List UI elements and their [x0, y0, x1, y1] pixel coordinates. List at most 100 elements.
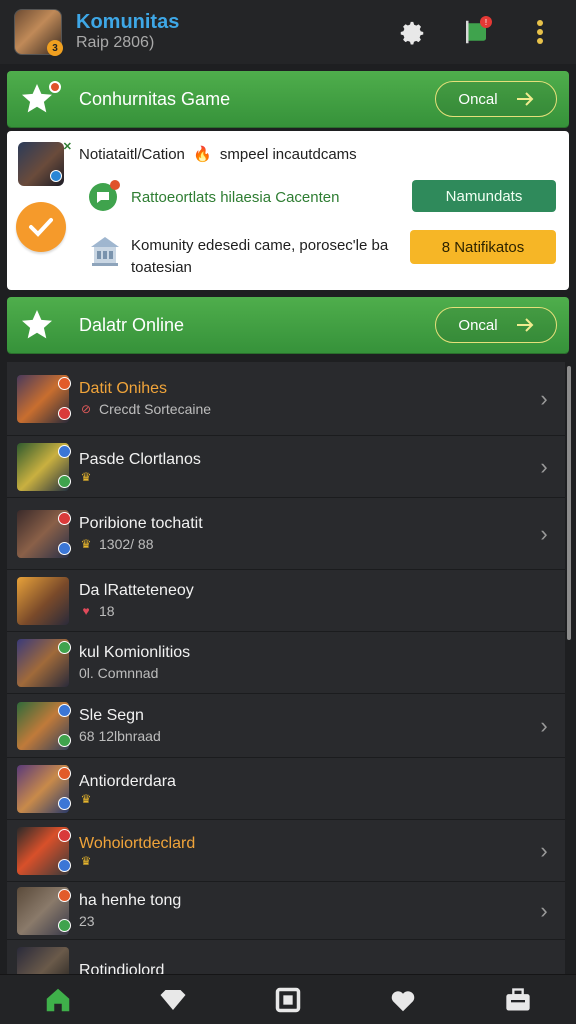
- star-icon: [19, 307, 55, 343]
- notifications-button[interactable]: 8 Natifikatos: [410, 230, 556, 264]
- home-icon[interactable]: [33, 978, 83, 1022]
- list-item-name: kul Komionlitios: [79, 643, 191, 661]
- notification-title-right: smpeel incautdcams: [219, 146, 357, 163]
- namundats-button[interactable]: Namundats: [412, 180, 556, 212]
- list-item-sub: 68 12lbnraad: [79, 727, 161, 744]
- trophy-icon: ♛: [80, 469, 92, 484]
- square-icon[interactable]: [263, 978, 313, 1022]
- notification-row1-text: Rattoeortlats hilaesia Cacenten: [131, 189, 340, 206]
- list-item-name: ha henhe tong: [79, 891, 182, 909]
- community-game-banner[interactable]: Conhurnitas Game Oncal: [7, 71, 569, 127]
- notification-title-left: Notiataitl/Cation: [79, 146, 185, 163]
- chevron-right-icon[interactable]: ›: [533, 713, 555, 739]
- open-button-label: Oncal: [458, 316, 498, 334]
- flag-icon[interactable]: !: [454, 10, 498, 54]
- list-item-name: Rotindiolord: [79, 961, 165, 975]
- online-banner[interactable]: Dalatr Online Oncal: [7, 297, 569, 353]
- banner-title: Conhurnitas Game: [79, 88, 231, 109]
- list-item-name: Poribione tochatit: [79, 514, 203, 532]
- toolbox-icon[interactable]: [493, 978, 543, 1022]
- community-list: Datit Onihes ⊘ Crecdt Sortecaine › Pasde …: [7, 362, 565, 974]
- chat-badge-dot: [110, 180, 120, 190]
- badge-icon: [58, 828, 71, 842]
- badge-icon: [58, 766, 71, 780]
- app-header: 3 Komunitas Raip 2806) !: [0, 0, 576, 64]
- list-item-name: Wohoiortdeclard: [79, 834, 196, 852]
- chat-icon: [89, 180, 120, 211]
- fire-icon: 🔥: [193, 146, 212, 163]
- list-item-sub: 1302/ 88: [99, 535, 154, 552]
- avatar-badge: 3: [47, 40, 63, 56]
- trophy-icon: ♛: [80, 791, 92, 806]
- header-titles: Komunitas Raip 2806): [76, 11, 370, 53]
- list-item-sub: 18: [99, 602, 115, 619]
- game-thumbnail: [17, 374, 71, 423]
- notification-dot: [49, 81, 61, 93]
- more-vert-icon[interactable]: [518, 10, 562, 54]
- settings-gear-icon[interactable]: [390, 10, 434, 54]
- notification-row2-text: Komunity edesedi came, porosec'le ba toa…: [131, 237, 389, 276]
- trophy-icon: ♛: [80, 536, 92, 551]
- app-subtitle: Raip 2806): [76, 34, 155, 51]
- open-button[interactable]: Oncal: [435, 307, 557, 343]
- badge-icon: [58, 474, 71, 488]
- tag-icon: ⊘: [80, 401, 92, 416]
- list-item-sub: 23: [79, 912, 95, 929]
- list-item[interactable]: ha henhe tong 23 ›: [7, 882, 565, 940]
- list-item-name: Pasde Clortlanos: [79, 450, 201, 468]
- banner-title: Dalatr Online: [79, 314, 185, 335]
- open-button[interactable]: Oncal: [435, 81, 557, 117]
- building-icon: [87, 233, 123, 269]
- badge-icon: [58, 511, 71, 525]
- app-title: Komunitas: [76, 11, 180, 33]
- user-avatar[interactable]: 3: [14, 9, 63, 56]
- list-item[interactable]: Wohoiortdeclard ♛ ›: [7, 820, 565, 882]
- list-item-name: Datit Onihes: [79, 379, 168, 397]
- close-icon[interactable]: ✕: [63, 140, 72, 153]
- flag-badge: !: [480, 16, 492, 28]
- list-item[interactable]: Sle Segn 68 12lbnraad ›: [7, 694, 565, 758]
- badge-icon: [58, 444, 71, 458]
- status-dot: [50, 170, 62, 182]
- check-icon[interactable]: [16, 202, 66, 252]
- list-item-name: Sle Segn: [79, 706, 144, 724]
- badge-icon: [58, 858, 71, 872]
- diamond-icon[interactable]: [148, 978, 198, 1022]
- game-thumbnail: [17, 886, 71, 935]
- game-thumbnail: [17, 946, 69, 974]
- list-item-name: Antiorderdara: [79, 772, 176, 790]
- list-item[interactable]: Pasde Clortlanos ♛ ›: [7, 436, 565, 498]
- arrow-right-icon: [516, 92, 534, 106]
- chevron-right-icon[interactable]: ›: [533, 386, 555, 412]
- heart-icon[interactable]: [378, 978, 428, 1022]
- game-thumbnail: [17, 764, 71, 813]
- list-item[interactable]: Da lRatteteneoy ♥ 18: [7, 570, 565, 632]
- chevron-right-icon[interactable]: ›: [533, 454, 555, 480]
- chevron-right-icon[interactable]: ›: [533, 521, 555, 547]
- game-thumbnail: [17, 576, 69, 625]
- list-item-name: Da lRatteteneoy: [79, 581, 194, 599]
- list-item[interactable]: Datit Onihes ⊘ Crecdt Sortecaine ›: [7, 362, 565, 436]
- badge-icon: [58, 640, 71, 654]
- badge-icon: [58, 406, 71, 420]
- game-thumbnail: [17, 701, 71, 750]
- badge-icon: [58, 796, 71, 810]
- chevron-right-icon[interactable]: ›: [533, 838, 555, 864]
- badge-icon: [58, 888, 71, 902]
- star-icon: [19, 81, 61, 117]
- list-item[interactable]: kul Komionlitios 0l. Comnnad: [7, 632, 565, 694]
- chevron-right-icon[interactable]: ›: [533, 898, 555, 924]
- list-item[interactable]: Rotindiolord: [7, 940, 565, 974]
- list-item[interactable]: Poribione tochatit ♛ 1302/ 88 ›: [7, 498, 565, 570]
- open-button-label: Oncal: [458, 90, 498, 108]
- shield-icon: ♥: [82, 603, 90, 618]
- notification-card: ✕ Notiataitl/Cation 🔥 smpeel incautdcams…: [7, 131, 569, 290]
- bottom-navigation: [0, 974, 576, 1024]
- arrow-right-icon: [516, 318, 534, 332]
- game-thumbnail: [17, 509, 71, 558]
- notification-title: Notiataitl/Cation 🔥 smpeel incautdcams: [79, 145, 357, 163]
- badge-icon: [58, 376, 71, 390]
- scrollbar[interactable]: [567, 366, 571, 640]
- list-item[interactable]: Antiorderdara ♛: [7, 758, 565, 820]
- badge-icon: [58, 918, 71, 932]
